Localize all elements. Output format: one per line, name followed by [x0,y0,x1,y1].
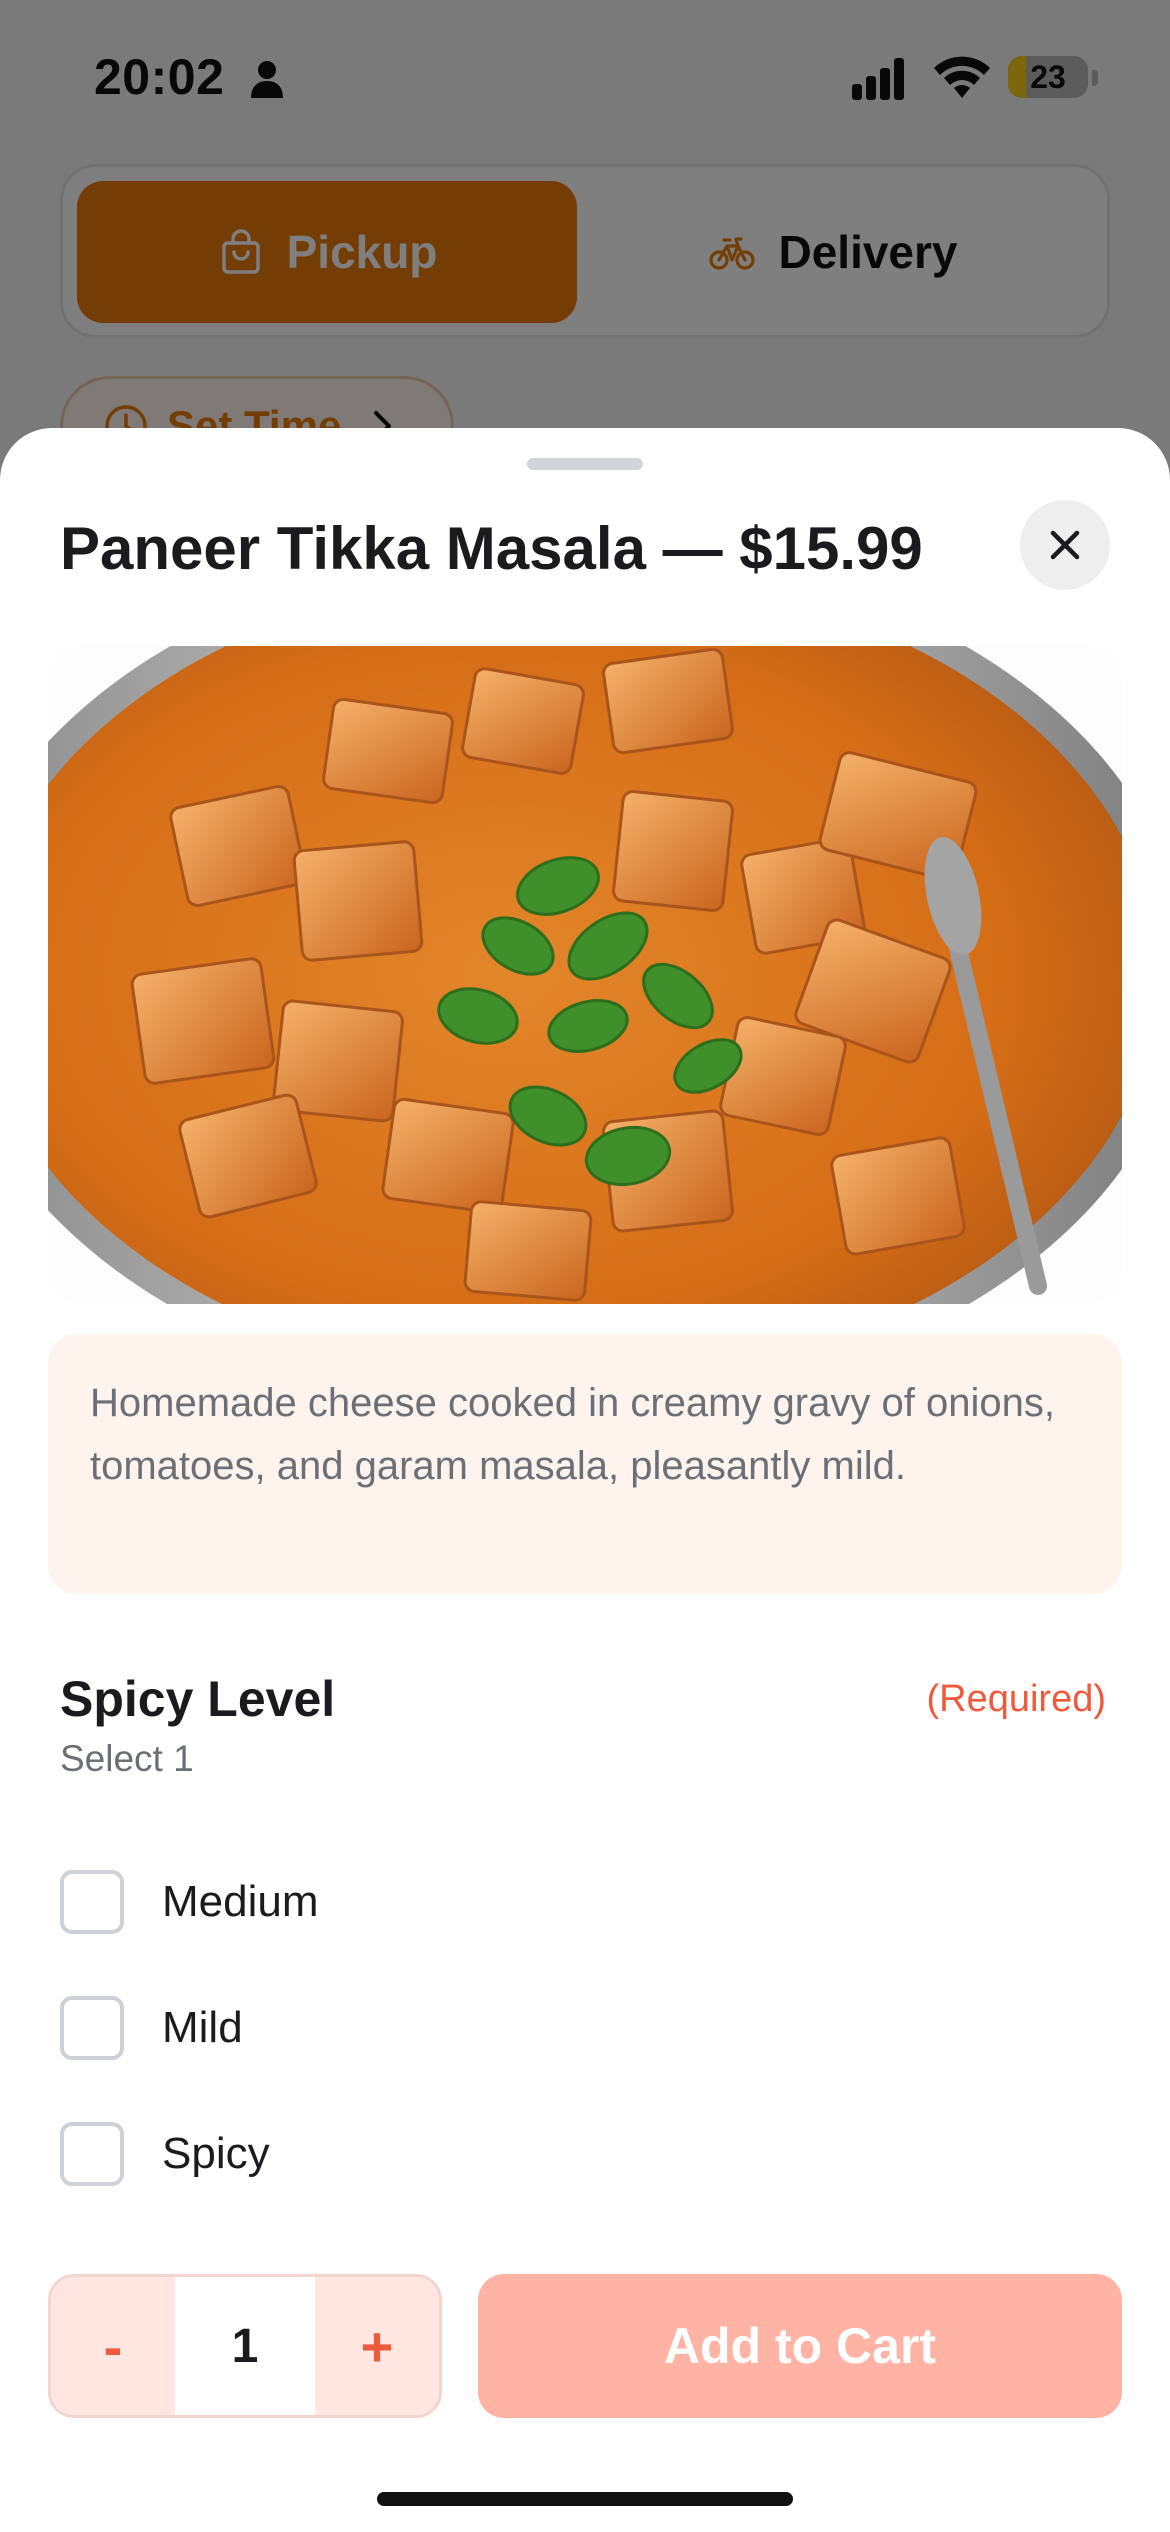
quantity-value: 1 [175,2277,315,2415]
item-photo [48,646,1122,1304]
option-label: Medium [162,1877,319,1926]
item-description: Homemade cheese cooked in creamy gravy o… [48,1334,1122,1594]
increment-button[interactable]: + [315,2277,439,2415]
item-detail-sheet: Paneer Tikka Masala — $15.99 Homemade ch… [0,428,1170,2532]
option-label: Spicy [162,2129,270,2178]
add-to-cart-button[interactable]: Add to Cart [478,2274,1122,2418]
option-label: Mild [162,2003,243,2052]
required-badge: (Required) [926,1678,1106,1720]
option-group-hint: Select 1 [60,1738,194,1779]
sheet-grabber[interactable] [527,458,643,470]
decrement-button[interactable]: - [51,2277,175,2415]
option-medium[interactable]: Medium [60,1862,1110,1942]
screen: 20:02 23 Pick [0,0,1170,2532]
option-checkbox[interactable] [60,1870,124,1934]
item-title: Paneer Tikka Masala — $15.99 [60,515,923,582]
quantity-stepper: - 1 + [48,2274,442,2418]
option-checkbox[interactable] [60,2122,124,2186]
food-photo-illustration [48,646,1122,1304]
option-mild[interactable]: Mild [60,1988,1110,2068]
option-spicy[interactable]: Spicy [60,2114,1110,2194]
close-icon [1050,530,1080,560]
option-checkbox[interactable] [60,1996,124,2060]
option-group-title: Spicy Level [60,1671,336,1727]
close-button[interactable] [1020,500,1110,590]
home-indicator [377,2492,793,2506]
